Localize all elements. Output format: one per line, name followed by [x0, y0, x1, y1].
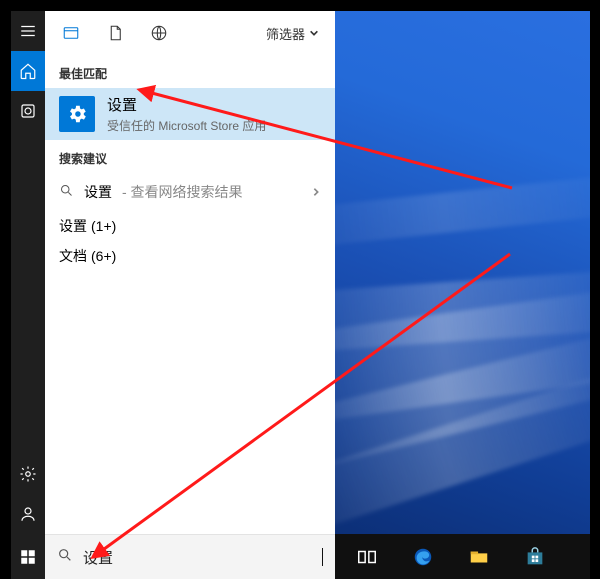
home-icon[interactable]	[11, 51, 45, 91]
task-view-icon[interactable]	[343, 534, 391, 579]
search-input-bar[interactable]: 设置	[45, 534, 335, 579]
tab-documents-icon[interactable]	[95, 15, 135, 51]
suggestion-term: 设置	[84, 182, 112, 202]
taskbar	[335, 534, 590, 579]
category-documents[interactable]: 文档 (6+)	[45, 241, 335, 271]
search-icon	[59, 183, 74, 201]
user-account-icon[interactable]	[11, 494, 45, 534]
chevron-down-icon	[309, 28, 319, 38]
settings-app-icon	[59, 96, 95, 132]
settings-gear-icon[interactable]	[11, 454, 45, 494]
category-settings-count: (1+)	[91, 218, 116, 234]
search-icon	[57, 547, 73, 568]
web-suggestion-row[interactable]: 设置 - 查看网络搜索结果	[45, 173, 335, 211]
tab-web-icon[interactable]	[139, 15, 179, 51]
category-settings-label: 设置	[59, 216, 87, 236]
suggestions-section-label: 搜索建议	[45, 140, 335, 173]
start-left-rail	[11, 11, 45, 579]
search-input[interactable]: 设置	[83, 547, 312, 568]
edge-browser-icon[interactable]	[399, 534, 447, 579]
file-explorer-icon[interactable]	[455, 534, 503, 579]
search-scope-tabs: 筛选器	[45, 11, 335, 55]
desktop-wallpaper	[335, 11, 590, 534]
suggestion-hint: - 查看网络搜索结果	[122, 182, 243, 202]
chevron-right-icon	[311, 184, 321, 200]
history-icon[interactable]	[11, 91, 45, 131]
best-match-title: 设置	[107, 94, 266, 115]
cortana-search-panel: 筛选器 最佳匹配 设置 受信任的 Microsoft Store 应用 搜索建议	[45, 11, 335, 534]
best-match-section-label: 最佳匹配	[45, 55, 335, 88]
category-documents-count: (6+)	[91, 248, 116, 264]
microsoft-store-icon[interactable]	[511, 534, 559, 579]
filter-label: 筛选器	[266, 24, 305, 43]
best-match-result[interactable]: 设置 受信任的 Microsoft Store 应用	[45, 88, 335, 140]
category-documents-label: 文档	[59, 246, 87, 266]
tab-apps-icon[interactable]	[51, 15, 91, 51]
category-settings[interactable]: 设置 (1+)	[45, 211, 335, 241]
filter-dropdown[interactable]: 筛选器	[256, 17, 329, 49]
text-caret	[322, 548, 323, 566]
start-button[interactable]	[11, 534, 45, 579]
hamburger-menu-icon[interactable]	[11, 11, 45, 51]
best-match-subtitle: 受信任的 Microsoft Store 应用	[107, 117, 266, 134]
